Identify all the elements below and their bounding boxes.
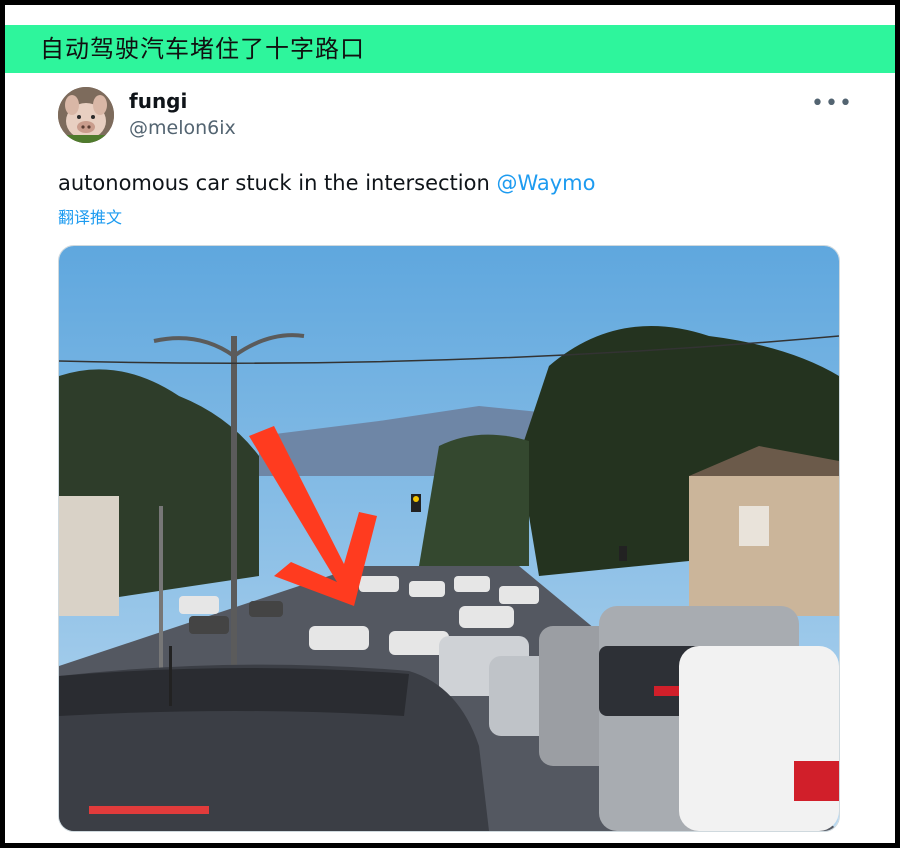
author-name[interactable]: fungi <box>129 89 187 113</box>
traffic-photo <box>59 246 839 831</box>
translate-link[interactable]: 翻译推文 <box>58 204 122 228</box>
tweet-body: autonomous car stuck in the intersection <box>58 171 497 195</box>
screenshot-frame: 自动驾驶汽车堵住了十字路口 fungi @melon6ix ••• autono… <box>5 5 895 843</box>
banner-title: 自动驾驶汽车堵住了十字路口 <box>40 35 365 63</box>
tweet-photo[interactable] <box>58 245 840 832</box>
more-icon[interactable]: ••• <box>811 91 853 116</box>
tweet-text: autonomous car stuck in the intersection… <box>58 171 595 195</box>
pig-avatar-icon <box>58 87 114 143</box>
mention-link[interactable]: @Waymo <box>496 171 595 195</box>
title-banner: 自动驾驶汽车堵住了十字路口 <box>5 25 895 73</box>
author-handle[interactable]: @melon6ix <box>129 117 236 139</box>
avatar[interactable] <box>58 87 114 143</box>
